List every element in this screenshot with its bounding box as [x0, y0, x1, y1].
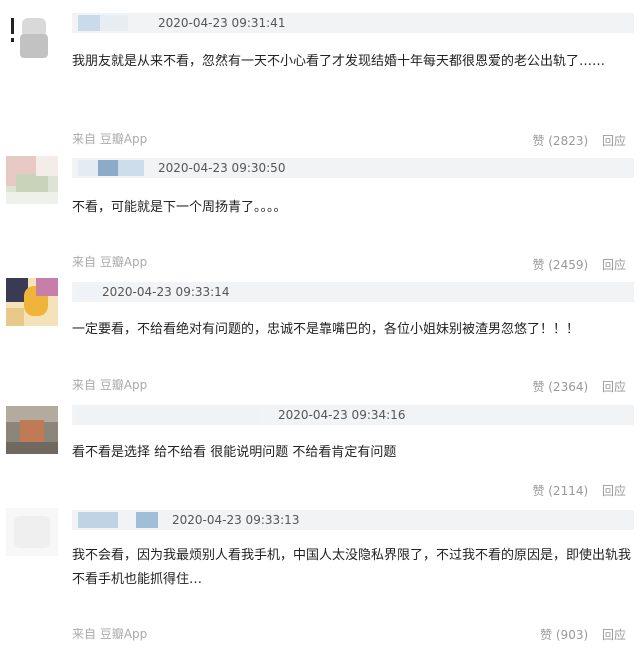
username-bar: 2020-04-23 09:33:13: [72, 510, 634, 530]
avatar-image: [6, 156, 58, 204]
comment-text: 我朋友就是从来不看，忽然有一天不小心看了才发现结婚十年每天都很恩爱的老公出轨了……: [72, 54, 606, 69]
avatar-image: [6, 508, 58, 556]
avatar-image: [6, 278, 58, 326]
avatar[interactable]: [6, 278, 58, 326]
comment-time: 2020-04-23 09:33:13: [172, 513, 300, 527]
comment-text: 一定要看，不给看绝对有问题的，忠诚不是靠嘴巴的，各位小姐妹别被渣男忽悠了！！！: [72, 322, 580, 337]
comment-item: 2020-04-23 09:30:50 不看，可能就是下一个周扬青了。。。。 来…: [0, 148, 640, 278]
avatar[interactable]: [6, 12, 58, 60]
comment-time: 2020-04-23 09:33:14: [102, 285, 230, 299]
username-bar: 2020-04-23 09:34:16: [72, 405, 634, 425]
like-button[interactable]: 赞 (2114): [532, 484, 588, 498]
comment-source: 来自 豆瓣App: [72, 132, 148, 146]
comment-time: 2020-04-23 09:30:50: [158, 161, 286, 175]
comment-actions: 赞 (903) 回应: [530, 626, 626, 644]
username-bar: 2020-04-23 09:30:50: [72, 158, 634, 178]
username-blurred[interactable]: [78, 512, 118, 528]
avatar[interactable]: [6, 508, 58, 556]
username-blurred[interactable]: [78, 284, 102, 300]
avatar-image: [6, 12, 58, 60]
username-blurred-2[interactable]: [100, 15, 128, 31]
like-button[interactable]: 赞 (2823): [532, 134, 588, 148]
username-blurred-2[interactable]: [98, 160, 118, 176]
reply-button[interactable]: 回应: [602, 628, 626, 642]
reply-button[interactable]: 回应: [602, 484, 626, 498]
comment-text: 不看，可能就是下一个周扬青了。。。。: [72, 200, 287, 215]
comment-text: 我不会看，因为我最烦别人看我手机，中国人太没隐私界限了，不过我不看的原因是，即使…: [72, 548, 632, 587]
comment-item: 2020-04-23 09:34:16 看不看是选择 给不给看 很能说明问题 不…: [0, 394, 640, 504]
username-blurred[interactable]: [78, 160, 98, 176]
comment-time: 2020-04-23 09:34:16: [278, 408, 406, 422]
username-blurred-3[interactable]: [118, 160, 144, 176]
reply-button[interactable]: 回应: [602, 134, 626, 148]
comment-item: 2020-04-23 09:33:14 一定要看，不给看绝对有问题的，忠诚不是靠…: [0, 270, 640, 400]
avatar-image: [6, 406, 58, 454]
username-bar: 2020-04-23 09:31:41: [72, 13, 634, 33]
comment-item: 2020-04-23 09:31:41 我朋友就是从来不看，忽然有一天不小心看了…: [0, 0, 640, 160]
comment-source: 来自 豆瓣App: [72, 255, 148, 269]
avatar[interactable]: [6, 406, 58, 454]
username-blurred[interactable]: [78, 15, 100, 31]
avatar[interactable]: [6, 156, 58, 204]
username-bar: 2020-04-23 09:33:14: [72, 282, 634, 302]
comment-time: 2020-04-23 09:31:41: [158, 16, 286, 30]
comment-source: 来自 豆瓣App: [72, 378, 148, 392]
username-blurred-2[interactable]: [136, 512, 158, 528]
comment-item: 2020-04-23 09:33:13 我不会看，因为我最烦别人看我手机，中国人…: [0, 498, 640, 649]
like-button[interactable]: 赞 (903): [540, 628, 588, 642]
comment-source: 来自 豆瓣App: [72, 627, 148, 641]
like-button[interactable]: 赞 (2364): [532, 380, 588, 394]
username-blurred[interactable]: [78, 407, 258, 423]
comment-text: 看不看是选择 给不给看 很能说明问题 不给看肯定有问题: [72, 445, 397, 460]
reply-button[interactable]: 回应: [602, 380, 626, 394]
